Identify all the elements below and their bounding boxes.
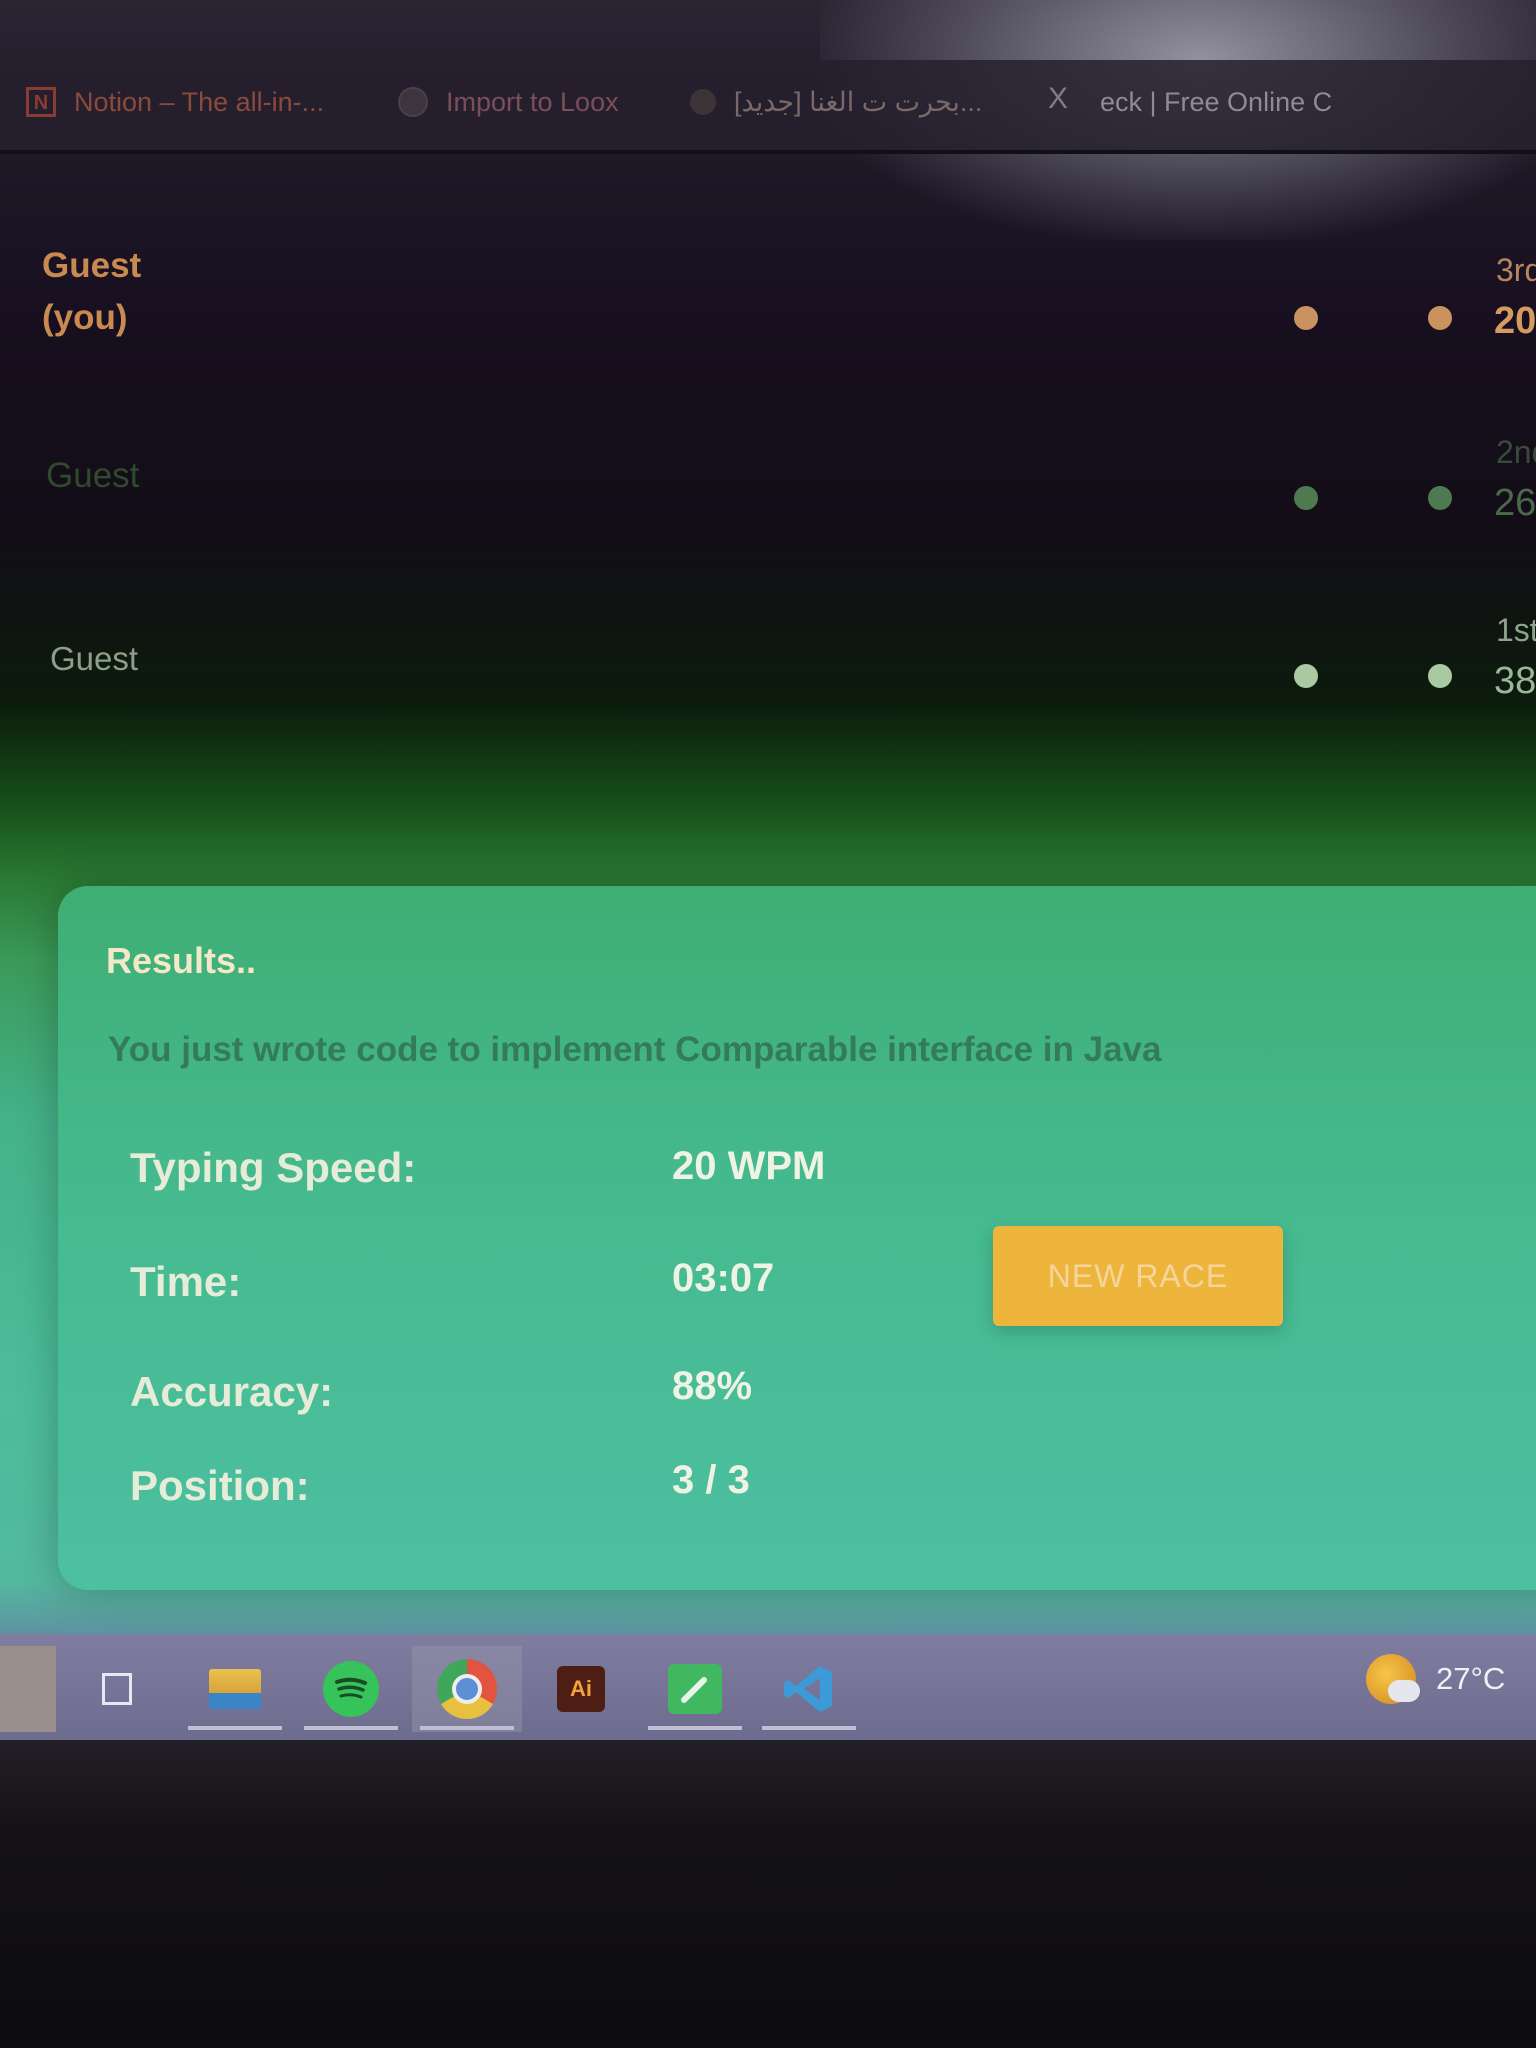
start-button[interactable] [0,1646,56,1732]
racer-place: 3rd [1496,252,1536,288]
task-view-icon [102,1673,132,1705]
accuracy-label: Accuracy: [130,1368,334,1415]
chrome-button[interactable] [412,1646,522,1732]
spotify-icon [323,1661,379,1717]
globe-icon [398,87,428,117]
tab-free-online[interactable]: eck | Free Online C [1100,82,1332,122]
notion-icon: N [26,87,56,117]
racer-wpm: 20 [1494,300,1536,342]
progress-track-dot [1294,664,1318,688]
typing-speed-label: Typing Speed: [130,1144,417,1191]
tab-label: [جديد] بحرت ت الغنا... [734,86,983,117]
running-indicator [762,1726,856,1730]
running-indicator [304,1726,398,1730]
running-indicator [420,1726,514,1730]
racer-you-tag: (you) [42,298,128,337]
racer-wpm: 38 [1494,660,1536,702]
progress-car-dot [1428,306,1452,330]
racer-wpm: 26 [1494,482,1536,524]
new-race-button[interactable]: NEW RACE [993,1226,1283,1326]
accuracy-value: 88% [672,1364,753,1408]
racer-name: Guest [46,456,140,495]
tab-label: Import to Loox [446,86,619,117]
close-tab-icon[interactable]: X [1048,82,1068,116]
tab-arabic-page[interactable]: [جديد] بحرت ت الغنا... [690,82,982,122]
tab-label: eck | Free Online C [1100,86,1333,117]
progress-track-dot [1294,486,1318,510]
results-card: Results.. You just wrote code to impleme… [58,886,1536,1590]
screen: N Notion – The all-in-... Import to Loox… [0,0,1536,1740]
partly-cloudy-icon [1366,1654,1420,1704]
notepad-button[interactable] [640,1646,750,1732]
racer-place: 2nd [1496,434,1536,470]
racer-place: 1st [1496,612,1536,648]
typing-speed-value: 20 WPM [672,1144,826,1188]
position-value: 3 / 3 [672,1458,750,1502]
file-explorer-icon [209,1669,261,1709]
vscode-icon [781,1661,837,1717]
chrome-icon [437,1659,497,1719]
tab-notion[interactable]: N Notion – The all-in-... [26,82,324,122]
tab-import-to-loox[interactable]: Import to Loox [398,82,619,122]
racer-name: Guest [50,640,139,677]
taskbar: Ai 27°C [0,1634,1536,1740]
illustrator-icon: Ai [557,1666,605,1712]
weather-widget[interactable]: 27°C [1366,1654,1505,1704]
tab-label: Notion – The all-in-... [74,86,325,117]
weather-temperature: 27°C [1436,1661,1506,1696]
running-indicator [188,1726,282,1730]
time-label: Time: [130,1258,242,1305]
progress-car-dot [1428,486,1452,510]
vscode-button[interactable] [754,1646,864,1732]
time-value: 03:07 [672,1256,775,1300]
progress-car-dot [1428,664,1452,688]
browser-tab-bar: N Notion – The all-in-... Import to Loox… [0,60,1536,154]
progress-track-dot [1294,306,1318,330]
results-title: Results.. [106,940,257,981]
racer-name: Guest [42,246,142,285]
spotify-button[interactable] [296,1646,406,1732]
results-message: You just wrote code to implement Compara… [108,1030,1162,1069]
notepad-icon [668,1664,722,1714]
file-explorer-button[interactable] [180,1646,290,1732]
laptop-bezel [0,1740,1536,2048]
position-label: Position: [130,1462,310,1509]
illustrator-button[interactable]: Ai [526,1646,636,1732]
favicon-icon [690,89,716,115]
task-view-button[interactable] [62,1646,172,1732]
running-indicator [648,1726,742,1730]
